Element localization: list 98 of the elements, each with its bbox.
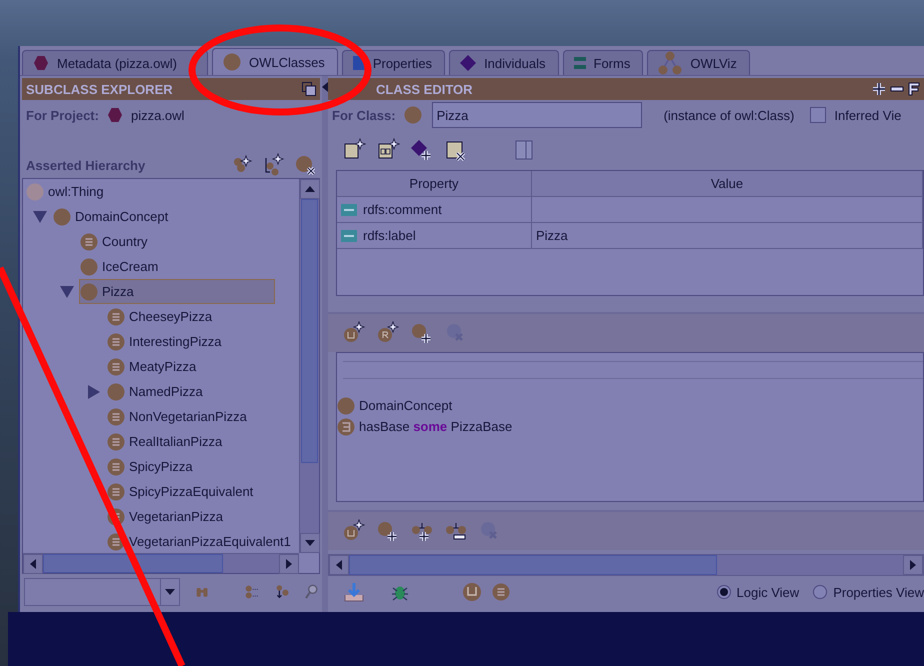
scroll-thumb[interactable] (43, 554, 223, 573)
up-triangle-icon (305, 186, 315, 192)
collapsed-triangle-icon[interactable] (88, 384, 100, 398)
table-cell: rdfs:comment (337, 197, 532, 222)
defined-class-icon (107, 508, 125, 526)
tree-item[interactable]: CheeseyPizza (106, 304, 218, 329)
defined-class-icon (107, 358, 125, 376)
horizontal-scrollbar[interactable] (23, 553, 299, 573)
tree-item[interactable]: NonVegetarianPizza (106, 404, 252, 429)
column-header[interactable]: Property (337, 171, 532, 196)
right-triangle-icon (286, 559, 292, 569)
vertical-scrollbar[interactable] (299, 179, 319, 553)
down-triangle-icon (305, 540, 315, 546)
class-name-field[interactable]: Pizza (432, 102, 642, 128)
table-cell: Pizza (532, 223, 923, 248)
defined-class-icon (80, 232, 98, 250)
down-triangle-icon (165, 589, 175, 595)
expanded-triangle-icon[interactable] (60, 286, 74, 298)
tree-item[interactable]: VegetarianPizza (106, 504, 228, 529)
scroll-right-button[interactable] (279, 554, 299, 574)
column-header[interactable]: Value (532, 171, 923, 196)
tree-item[interactable]: VegetarianPizzaEquivalent1 (106, 529, 296, 553)
hexagon-icon (106, 107, 123, 123)
horizontal-scrollbar[interactable] (328, 554, 924, 576)
class-circle-icon (337, 396, 355, 414)
tab[interactable]: Properties (342, 50, 446, 75)
panel-title: CLASS EDITOR (375, 82, 473, 96)
tree-item[interactable]: owl:Thing (25, 179, 109, 204)
left-triangle-icon (30, 559, 36, 569)
tree-item[interactable]: IceCream (79, 254, 164, 279)
tree-item[interactable]: InterestingPizza (106, 329, 226, 354)
class-label: For Class: (332, 108, 396, 122)
plus-icon[interactable] (872, 82, 886, 96)
tab[interactable]: Forms (562, 50, 644, 75)
hierarchy-title: Asserted Hierarchy (26, 158, 146, 172)
defined-class-icon (107, 408, 125, 426)
project-name: pizza.owl (130, 108, 184, 122)
class-circle-icon (80, 282, 98, 300)
circle-x-icon[interactable] (294, 153, 318, 177)
tree-item[interactable]: SpicyPizza (106, 454, 198, 479)
condition-text: hasBase some PizzaBase (359, 419, 512, 434)
defined-class-icon (107, 432, 125, 450)
radio-button[interactable]: Properties View (813, 584, 924, 600)
hexagon-icon (33, 55, 49, 71)
defined-class-icon (107, 332, 125, 350)
instance-of-text: (instance of owl:Class) (664, 108, 794, 122)
tab[interactable]: Individuals (449, 50, 558, 75)
property-icon (341, 230, 357, 242)
circle-star-icon[interactable] (376, 321, 400, 345)
class-circle-icon (107, 382, 125, 400)
expanded-triangle-icon[interactable] (32, 210, 46, 222)
defined-class-icon (107, 458, 125, 476)
defined-class-icon (107, 532, 125, 550)
property-icon (341, 204, 357, 216)
existential-class-icon (337, 418, 355, 436)
collapse-arrow-icon (322, 82, 328, 92)
scroll-right-button[interactable] (903, 555, 923, 575)
tab[interactable]: OWLViz (647, 50, 750, 75)
tree-item[interactable]: DomainConcept (52, 204, 174, 229)
table-cell: rdfs:label (337, 223, 532, 248)
condition-text: DomainConcept (359, 398, 452, 413)
scroll-up-button[interactable] (300, 179, 320, 199)
tree-item[interactable]: Country (79, 229, 153, 254)
left-triangle-icon (336, 560, 342, 570)
tree-item[interactable]: Pizza (79, 279, 275, 304)
class-circle-icon (26, 182, 44, 200)
class-circle-icon (404, 106, 422, 124)
flag-icon[interactable] (908, 82, 920, 96)
project-label: For Project: (26, 108, 99, 122)
defined-class-icon (107, 308, 125, 326)
scroll-down-button[interactable] (300, 533, 320, 553)
scroll-left-button[interactable] (329, 555, 349, 575)
tree-item[interactable]: MeatyPizza (106, 354, 202, 379)
scroll-thumb[interactable] (349, 555, 717, 575)
circle-star-icon[interactable] (342, 519, 366, 543)
class-circle-icon (53, 208, 71, 226)
circle-icon (222, 53, 241, 71)
defined-class-icon (107, 482, 125, 500)
union-circle-icon[interactable] (460, 580, 484, 604)
checkbox-label: Inferred Vie (834, 108, 902, 122)
download-tray-icon[interactable] (342, 580, 366, 604)
panel-title: SUBCLASS EXPLORER (26, 82, 173, 96)
tab[interactable]: OWLClasses (212, 48, 338, 75)
right-triangle-icon (910, 560, 916, 570)
scroll-thumb[interactable] (301, 199, 318, 463)
tree-item[interactable]: NamedPizza (106, 379, 208, 404)
diamond-icon (460, 55, 476, 71)
bars-icon (574, 56, 586, 70)
tree-item[interactable]: RealItalianPizza (106, 429, 228, 454)
windows-icon[interactable] (302, 82, 316, 96)
tree-item[interactable]: SpicyPizzaEquivalent (106, 479, 258, 504)
defined-class-icon (492, 583, 510, 601)
checkbox[interactable] (810, 107, 826, 123)
tab[interactable]: Metadata (pizza.owl) (22, 50, 208, 75)
class-circle-icon (80, 258, 98, 276)
circle-star-icon[interactable] (342, 321, 366, 345)
scroll-left-button[interactable] (23, 554, 43, 574)
radio-button[interactable]: Logic View (716, 584, 800, 600)
